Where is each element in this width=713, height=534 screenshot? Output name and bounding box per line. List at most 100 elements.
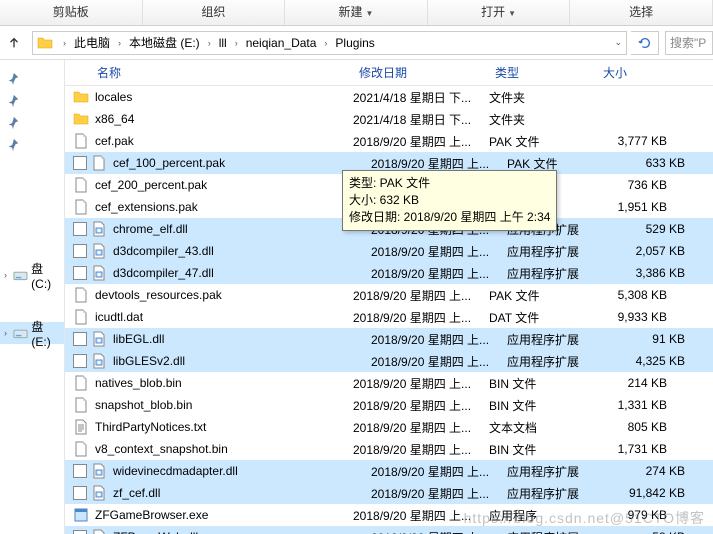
file-date: 2018/9/20 星期四 上... — [353, 507, 489, 524]
column-header-name[interactable]: 名称 — [97, 64, 359, 81]
checkbox[interactable] — [73, 244, 87, 258]
tree-expand-icon[interactable]: › — [4, 328, 13, 338]
breadcrumb-item[interactable]: 此电脑 — [72, 34, 112, 51]
checkbox[interactable] — [73, 222, 87, 236]
checkbox[interactable] — [73, 354, 87, 368]
quick-access-pin[interactable] — [0, 134, 64, 156]
breadcrumb-item[interactable]: Plugins — [333, 36, 376, 50]
sidebar-item-label: 盘 (C:) — [31, 260, 64, 291]
file-row[interactable]: ZFGameBrowser.exe2018/9/20 星期四 上...应用程序9… — [65, 504, 713, 526]
chevron-right-icon[interactable]: › — [229, 38, 244, 48]
search-input[interactable]: 搜索"P — [665, 31, 713, 55]
file-date: 2018/9/20 星期四 上... — [371, 155, 507, 172]
disk-icon — [13, 267, 28, 283]
checkbox[interactable] — [73, 266, 87, 280]
file-date: 2018/9/20 星期四 上... — [371, 265, 507, 282]
file-date: 2018/9/20 星期四 上... — [371, 331, 507, 348]
file-row[interactable]: libEGL.dll2018/9/20 星期四 上...应用程序扩展91 KB — [65, 328, 713, 350]
file-icon — [73, 287, 89, 303]
column-header-type[interactable]: 类型 — [495, 64, 603, 81]
file-date: 2018/9/20 星期四 上... — [371, 485, 507, 502]
file-name: widevinecdmadapter.dll — [113, 464, 371, 478]
checkbox[interactable] — [73, 464, 87, 478]
checkbox[interactable] — [73, 486, 87, 500]
chevron-right-icon[interactable]: › — [57, 38, 72, 48]
file-type: 文本文档 — [489, 419, 597, 436]
file-row[interactable]: d3dcompiler_43.dll2018/9/20 星期四 上...应用程序… — [65, 240, 713, 262]
ribbon-select[interactable]: 选择 — [570, 0, 713, 25]
file-date: 2018/9/20 星期四 上... — [353, 441, 489, 458]
file-row[interactable]: libGLESv2.dll2018/9/20 星期四 上...应用程序扩展4,3… — [65, 350, 713, 372]
refresh-button[interactable] — [631, 31, 659, 55]
txt-icon — [73, 419, 89, 435]
sidebar-item-disk-e[interactable]: › 盘 (E:) — [0, 322, 64, 344]
quick-access-pin[interactable] — [0, 68, 64, 90]
file-row[interactable]: locales2021/4/18 星期日 下...文件夹 — [65, 86, 713, 108]
file-name: devtools_resources.pak — [95, 288, 353, 302]
ribbon-new[interactable]: 新建▼ — [285, 0, 428, 25]
breadcrumb-item[interactable]: neiqian_Data — [244, 36, 319, 50]
up-icon — [7, 36, 21, 50]
file-type: BIN 文件 — [489, 397, 597, 414]
file-row[interactable]: d3dcompiler_47.dll2018/9/20 星期四 上...应用程序… — [65, 262, 713, 284]
file-row[interactable]: ZFProxyWeb.dll2018/9/20 星期四 上...应用程序扩展58… — [65, 526, 713, 534]
file-name: natives_blob.bin — [95, 376, 353, 390]
file-row[interactable]: natives_blob.bin2018/9/20 星期四 上...BIN 文件… — [65, 372, 713, 394]
file-name: ZFGameBrowser.exe — [95, 508, 353, 522]
file-name: d3dcompiler_47.dll — [113, 266, 371, 280]
address-bar: › 此电脑 › 本地磁盘 (E:) › lll › neiqian_Data ›… — [0, 26, 713, 60]
ribbon-open[interactable]: 打开▼ — [428, 0, 571, 25]
disk-icon — [13, 325, 28, 341]
pin-icon — [6, 94, 20, 108]
file-name: cef_200_percent.pak — [95, 178, 353, 192]
file-row[interactable]: ThirdPartyNotices.txt2018/9/20 星期四 上...文… — [65, 416, 713, 438]
checkbox[interactable] — [73, 530, 87, 534]
dll-icon — [91, 463, 107, 479]
file-row[interactable]: cef.pak2018/9/20 星期四 上...PAK 文件3,777 KB — [65, 130, 713, 152]
file-type: 文件夹 — [489, 111, 597, 128]
file-row[interactable]: snapshot_blob.bin2018/9/20 星期四 上...BIN 文… — [65, 394, 713, 416]
file-type: PAK 文件 — [489, 287, 597, 304]
sidebar-item-disk-c[interactable]: › 盘 (C:) — [0, 264, 64, 286]
checkbox[interactable] — [73, 156, 87, 170]
chevron-right-icon[interactable]: › — [112, 38, 127, 48]
file-row[interactable]: widevinecdmadapter.dll2018/9/20 星期四 上...… — [65, 460, 713, 482]
file-icon — [73, 133, 89, 149]
file-type: BIN 文件 — [489, 375, 597, 392]
file-row[interactable]: v8_context_snapshot.bin2018/9/20 星期四 上..… — [65, 438, 713, 460]
breadcrumb-item[interactable]: 本地磁盘 (E:) — [127, 34, 202, 51]
file-row[interactable]: zf_cef.dll2018/9/20 星期四 上...应用程序扩展91,842… — [65, 482, 713, 504]
ribbon-clipboard[interactable]: 剪贴板 — [0, 0, 143, 25]
up-button[interactable] — [1, 30, 27, 56]
dll-icon — [91, 243, 107, 259]
pin-icon — [6, 138, 20, 152]
column-header-date[interactable]: 修改日期 — [359, 64, 495, 81]
file-size: 736 KB — [597, 178, 677, 192]
dll-icon — [91, 265, 107, 281]
quick-access-pin[interactable] — [0, 90, 64, 112]
file-row[interactable]: devtools_resources.pak2018/9/20 星期四 上...… — [65, 284, 713, 306]
file-name: v8_context_snapshot.bin — [95, 442, 353, 456]
column-header-size[interactable]: 大小 — [603, 64, 683, 81]
file-name: libGLESv2.dll — [113, 354, 371, 368]
breadcrumb-item[interactable]: lll — [217, 36, 229, 50]
chevron-down-icon[interactable]: ⌄ — [614, 37, 622, 48]
breadcrumb[interactable]: › 此电脑 › 本地磁盘 (E:) › lll › neiqian_Data ›… — [32, 31, 627, 55]
dll-icon — [91, 529, 107, 534]
file-row[interactable]: x86_642021/4/18 星期日 下...文件夹 — [65, 108, 713, 130]
quick-access-pin[interactable] — [0, 112, 64, 134]
file-type: PAK 文件 — [489, 133, 597, 150]
file-row[interactable]: icudtl.dat2018/9/20 星期四 上...DAT 文件9,933 … — [65, 306, 713, 328]
checkbox[interactable] — [73, 332, 87, 346]
file-name: d3dcompiler_43.dll — [113, 244, 371, 258]
chevron-right-icon[interactable]: › — [318, 38, 333, 48]
chevron-right-icon[interactable]: › — [202, 38, 217, 48]
file-size: 91 KB — [615, 332, 695, 346]
tooltip-line: 大小: 632 KB — [349, 192, 550, 209]
file-name: cef_100_percent.pak — [113, 156, 371, 170]
tooltip: 类型: PAK 文件 大小: 632 KB 修改日期: 2018/9/20 星期… — [342, 170, 557, 231]
tree-expand-icon[interactable]: › — [4, 270, 13, 280]
folder-icon — [73, 111, 89, 127]
file-icon — [73, 441, 89, 457]
ribbon-organize[interactable]: 组织 — [143, 0, 286, 25]
